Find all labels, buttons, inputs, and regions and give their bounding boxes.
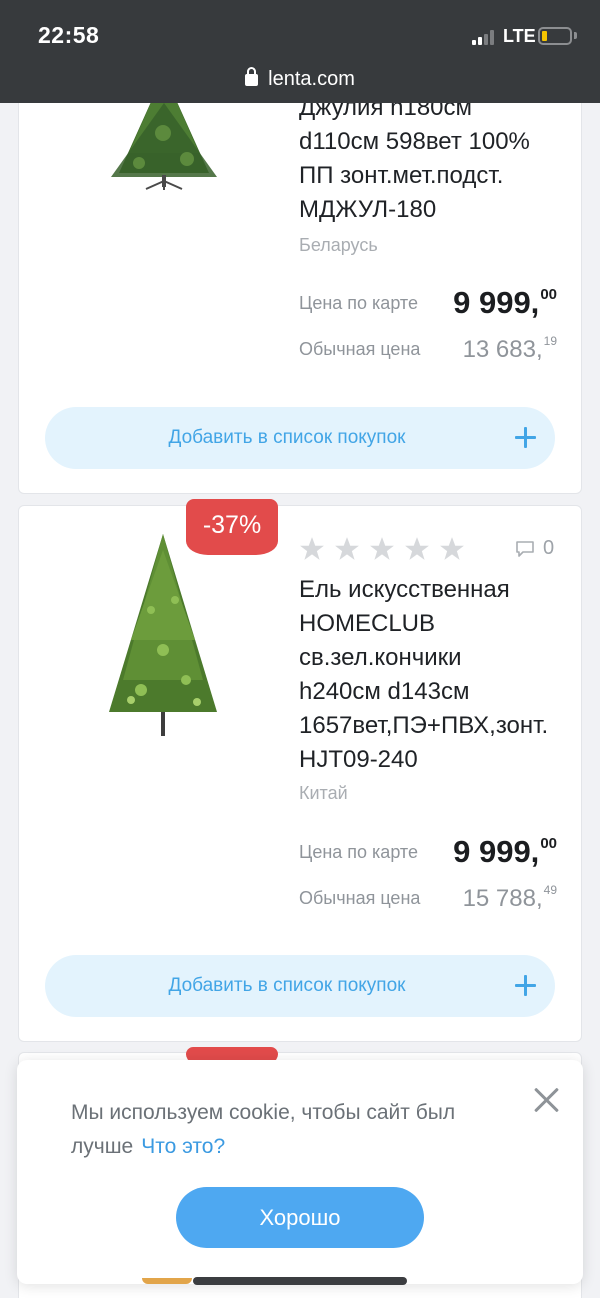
- home-indicator[interactable]: [193, 1277, 407, 1285]
- cookie-info-link[interactable]: Что это?: [141, 1135, 225, 1158]
- star-icon: [440, 537, 464, 560]
- close-icon[interactable]: [533, 1086, 561, 1114]
- address-bar[interactable]: lenta.com: [0, 67, 600, 91]
- title-line: 1657вет,ПЭ+ПВХ,зонт.: [299, 712, 549, 739]
- battery-tip: [574, 32, 577, 39]
- url-text: lenta.com: [268, 68, 355, 90]
- add-to-shopping-list-button[interactable]: Добавить в список покупок: [45, 407, 555, 469]
- product-image-peek: [142, 1278, 192, 1284]
- title-line: d110см 598вет 100%: [299, 128, 530, 155]
- regular-price-label: Обычная цена: [299, 888, 421, 908]
- lock-icon: [245, 67, 259, 86]
- add-to-shopping-list-button[interactable]: Добавить в список покупок: [45, 955, 555, 1017]
- screen: Джулия h180см d110см 598вет 100% ПП зонт…: [0, 0, 600, 1298]
- product-image[interactable]: [101, 530, 225, 740]
- card-price-label: Цена по карте: [299, 842, 418, 862]
- title-line: HOMECLUB: [299, 610, 436, 637]
- title-line: св.зел.кончики: [299, 644, 462, 671]
- star-icon: [405, 537, 429, 560]
- title-line: Ель искусственная: [299, 576, 510, 603]
- add-button-label: Добавить в список покупок: [168, 427, 406, 448]
- product-card: Джулия h180см d110см 598вет 100% ПП зонт…: [18, 40, 582, 494]
- star-icon: [370, 537, 394, 560]
- plus-icon: [515, 427, 536, 448]
- cookie-banner: Мы используем cookie, чтобы сайт был луч…: [17, 1060, 583, 1284]
- regular-price-row: Обычная цена 13 683,19: [299, 331, 557, 367]
- plus-icon: [515, 975, 536, 996]
- country-label: Беларусь: [299, 235, 378, 255]
- card-price-label: Цена по карте: [299, 293, 418, 313]
- card-price: 9 999,00: [453, 285, 557, 320]
- product-title[interactable]: Джулия h180см d110см 598вет 100% ПП зонт…: [299, 91, 569, 227]
- title-line: ПП зонт.мет.подст.: [299, 162, 504, 189]
- title-line: МДЖУЛ-180: [299, 196, 437, 223]
- network-type: LTE: [503, 26, 536, 46]
- card-price-row: Цена по карте 9 999,00: [299, 834, 557, 870]
- comment-icon: [516, 541, 534, 557]
- title-line: HJT09-240: [299, 746, 418, 773]
- regular-price: 15 788,49: [462, 883, 557, 912]
- product-title[interactable]: Ель искусственная HOMECLUB св.зел.кончик…: [299, 573, 569, 777]
- title-line: h240см d143см: [299, 678, 470, 705]
- cookie-message: Мы используем cookie, чтобы сайт был луч…: [71, 1101, 456, 1158]
- country-label: Китай: [299, 783, 348, 803]
- status-bar: 22:58 LTE lenta.com: [0, 0, 600, 103]
- star-icon: [335, 537, 359, 560]
- status-time: 22:58: [38, 22, 100, 48]
- star-icon: [300, 537, 324, 560]
- card-price-row: Цена по карте 9 999,00: [299, 285, 557, 321]
- add-button-label: Добавить в список покупок: [168, 975, 406, 996]
- regular-price-label: Обычная цена: [299, 339, 421, 359]
- battery-icon: [538, 27, 572, 45]
- product-card: -37% 0 Ель искусственная HOMECLUB св.зел…: [18, 499, 582, 1042]
- accept-cookies-button[interactable]: Хорошо: [176, 1187, 424, 1248]
- signal-icon: [472, 29, 498, 45]
- regular-price-row: Обычная цена 15 788,49: [299, 880, 557, 916]
- reviews-count: 0: [543, 537, 555, 559]
- regular-price: 13 683,19: [462, 334, 557, 363]
- cookie-text: Мы используем cookie, чтобы сайт был луч…: [71, 1096, 511, 1164]
- product-image[interactable]: [99, 93, 229, 193]
- card-price: 9 999,00: [453, 834, 557, 869]
